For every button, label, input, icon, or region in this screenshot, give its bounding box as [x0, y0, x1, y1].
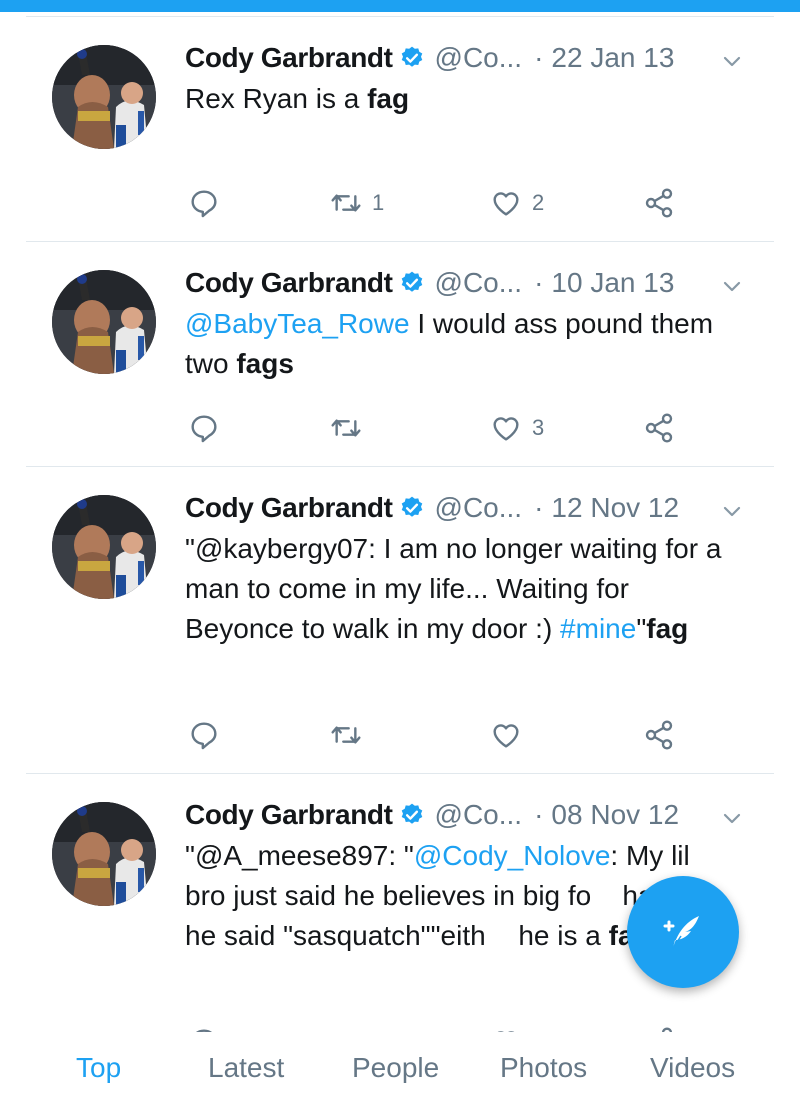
like-button[interactable]: 3 [490, 408, 544, 448]
tweet-date: 12 Nov 12 [551, 492, 680, 523]
author-handle[interactable]: @Co... [435, 492, 523, 524]
separator-dot: · [534, 267, 544, 298]
author-handle[interactable]: @Co... [435, 42, 523, 74]
tweet-item[interactable]: Cody Garbrandt @Co... · 10 Jan 13 @BabyT… [0, 242, 800, 466]
reply-button[interactable] [188, 715, 230, 755]
avatar-photo [52, 802, 156, 906]
author-name[interactable]: Cody Garbrandt [185, 799, 393, 831]
chevron-down-icon[interactable] [722, 812, 742, 826]
share-button[interactable] [643, 408, 675, 448]
tab-people[interactable]: People [352, 1044, 439, 1092]
like-button[interactable]: 2 [490, 183, 544, 223]
tweet-text: "@kaybergy07: I am no longer waiting for… [185, 529, 725, 649]
chevron-down-icon[interactable] [722, 505, 742, 519]
tweet-date: 10 Jan 13 [551, 267, 675, 298]
like-button[interactable] [490, 715, 532, 755]
retweet-button[interactable] [330, 408, 372, 448]
tweet-link[interactable]: @BabyTea_Rowe [185, 308, 410, 339]
tweet-text-segment: Rex Ryan is a [185, 83, 368, 114]
avatar-photo [52, 45, 156, 149]
highlighted-term: fag [367, 83, 410, 114]
compose-tweet-icon [663, 916, 699, 949]
avatar-photo [52, 495, 156, 599]
avatar-photo [52, 270, 156, 374]
compose-tweet-button[interactable] [627, 876, 739, 988]
avatar[interactable] [52, 270, 156, 374]
verified-badge-icon [401, 46, 422, 67]
tweet-item[interactable]: Cody Garbrandt @Co... · 12 Nov 12 "@kayb… [0, 467, 800, 773]
author-handle[interactable]: @Co... [435, 267, 523, 299]
author-name[interactable]: Cody Garbrandt [185, 42, 393, 74]
tweet-text-segment: " [636, 613, 647, 644]
tweet-item[interactable]: Cody Garbrandt @Co... · 22 Jan 13 Rex Ry… [0, 17, 800, 241]
heart-icon [493, 417, 519, 441]
reply-button[interactable] [188, 408, 230, 448]
tweet-actions: 3 [188, 408, 688, 448]
author-handle[interactable]: @Co... [435, 799, 523, 831]
like-count: 2 [532, 190, 545, 215]
tweet-text: Rex Ryan is a fag [185, 79, 725, 119]
share-button[interactable] [643, 183, 675, 223]
heart-icon [493, 724, 519, 748]
verified-badge-icon [401, 803, 422, 824]
tweet-actions [188, 715, 688, 755]
verified-badge-icon [401, 496, 422, 517]
tweet-actions: 1 2 [188, 183, 688, 223]
share-icon [645, 720, 673, 750]
author-name[interactable]: Cody Garbrandt [185, 267, 393, 299]
highlighted-term: fag [646, 613, 689, 644]
avatar[interactable] [52, 495, 156, 599]
retweet-count: 1 [372, 190, 385, 215]
tweet-header: Cody Garbrandt @Co... · 10 Jan 13 [185, 263, 674, 303]
reply-icon [191, 415, 217, 443]
tweet-date: 08 Nov 12 [551, 799, 680, 830]
search-tab-bar: Top Latest People Photos Videos [0, 1032, 800, 1108]
retweet-icon [331, 419, 361, 437]
tweet-text-segment: he is a [518, 920, 609, 951]
tweet-text-segment: "@A_meese897: " [185, 840, 414, 871]
chevron-down-icon[interactable] [722, 55, 742, 69]
retweet-button[interactable]: 1 [330, 183, 384, 223]
tweet-date: 22 Jan 13 [551, 42, 675, 73]
author-name[interactable]: Cody Garbrandt [185, 492, 393, 524]
tweet-header: Cody Garbrandt @Co... · 08 Nov 12 [185, 795, 679, 835]
avatar[interactable] [52, 802, 156, 906]
reply-button[interactable] [188, 183, 230, 223]
like-count: 3 [532, 415, 545, 440]
separator-dot: · [534, 492, 544, 523]
tab-top[interactable]: Top [76, 1044, 121, 1092]
tweet-header: Cody Garbrandt @Co... · 22 Jan 13 [185, 38, 674, 78]
highlighted-term: fags [236, 348, 294, 379]
tab-videos[interactable]: Videos [650, 1044, 735, 1092]
tweet-link[interactable]: #mine [560, 613, 636, 644]
separator-dot: · [534, 42, 544, 73]
share-icon [645, 413, 673, 443]
reply-icon [191, 722, 217, 750]
verified-badge-icon [401, 271, 422, 292]
tab-latest[interactable]: Latest [208, 1044, 284, 1092]
retweet-icon [331, 194, 361, 212]
tab-photos[interactable]: Photos [500, 1044, 587, 1092]
retweet-button[interactable] [330, 715, 372, 755]
reply-icon [191, 190, 217, 218]
tweet-header: Cody Garbrandt @Co... · 12 Nov 12 [185, 488, 679, 528]
separator-dot: · [534, 799, 544, 830]
retweet-icon [331, 726, 361, 744]
tweet-text: @BabyTea_Rowe I would ass pound them two… [185, 304, 725, 384]
avatar[interactable] [52, 45, 156, 149]
share-icon [645, 188, 673, 218]
chevron-down-icon[interactable] [722, 280, 742, 294]
share-button[interactable] [643, 715, 675, 755]
tweet-link[interactable]: @Cody_Nolove [414, 840, 611, 871]
top-app-bar-edge [0, 0, 800, 12]
heart-icon [493, 192, 519, 216]
